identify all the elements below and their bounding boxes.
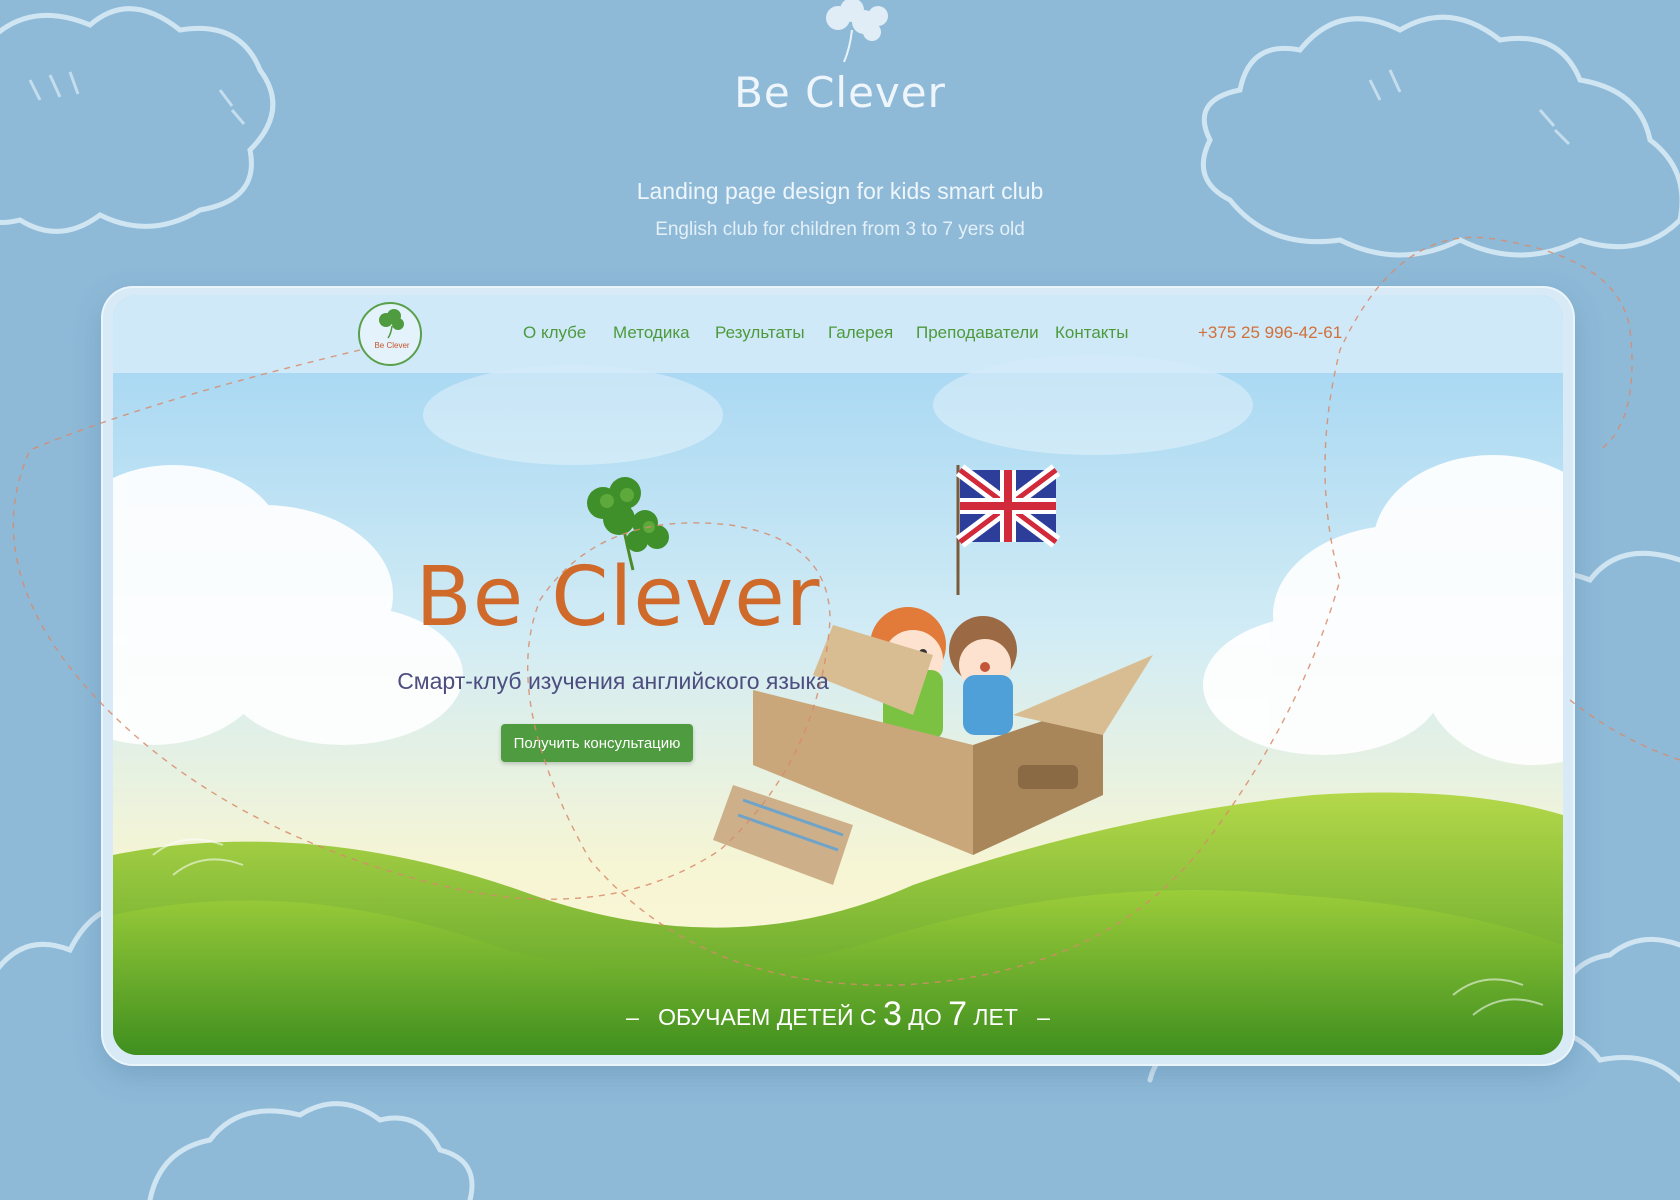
logo-text: Be Clever	[374, 341, 410, 350]
cloud-bottom-right-2	[1557, 936, 1680, 1003]
phone-link[interactable]: +375 25 996-42-61	[1198, 323, 1342, 343]
brand-title: Be Clever	[734, 68, 946, 117]
presentation-caption: English club for children from 3 to 7 ye…	[655, 219, 1025, 240]
site-nav: Be Clever О клубе Методика Результаты Га…	[113, 295, 1563, 373]
tagline-dash-right: –	[1037, 1004, 1050, 1030]
site-logo[interactable]: Be Clever	[358, 302, 422, 366]
tagline-mid: ДО	[908, 1004, 942, 1030]
tagline-prefix: ОБУЧАЕМ ДЕТЕЙ С	[658, 1004, 877, 1030]
clover-icon	[826, 0, 888, 63]
nav-item-contacts[interactable]: Контакты	[1055, 323, 1128, 343]
tagline-dash-left: –	[626, 1004, 639, 1030]
age-tagline: – ОБУЧАЕМ ДЕТЕЙ С 3 ДО 7 ЛЕТ –	[113, 995, 1563, 1034]
cloud-bottom-center	[147, 1101, 475, 1200]
consultation-button[interactable]: Получить консультацию	[501, 724, 693, 762]
tagline-suffix: ЛЕТ	[973, 1004, 1018, 1030]
clover-icon	[379, 309, 404, 339]
landing-page-preview: Be Clever О клубе Методика Результаты Га…	[113, 295, 1563, 1055]
nav-item-teachers[interactable]: Преподаватели	[916, 323, 1039, 343]
tagline-age-from: 3	[882, 995, 902, 1033]
presentation-subtitle: Landing page design for kids smart club	[636, 178, 1044, 204]
nav-item-about[interactable]: О клубе	[523, 323, 586, 343]
nav-item-gallery[interactable]: Галерея	[828, 323, 893, 343]
hero-title: Be Clever	[415, 550, 821, 645]
nav-item-results[interactable]: Результаты	[715, 323, 805, 343]
tagline-age-to: 7	[948, 995, 968, 1033]
hero-subtitle: Смарт-клуб изучения английского языка	[397, 668, 829, 694]
nav-item-method[interactable]: Методика	[613, 323, 690, 343]
